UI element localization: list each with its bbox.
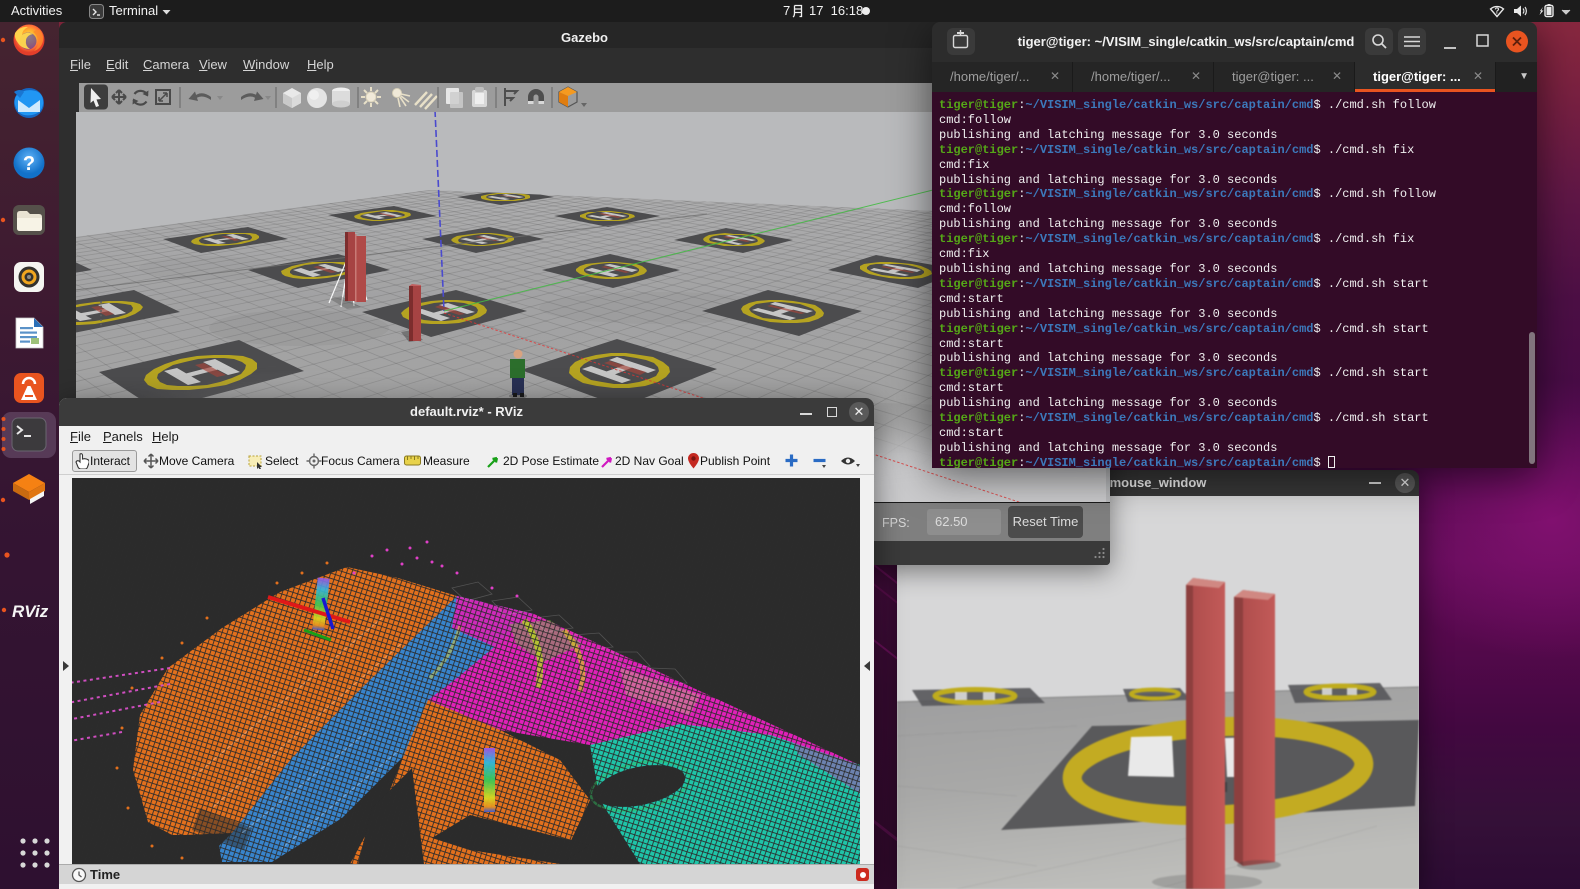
svg-text:RViz: RViz [12, 602, 49, 621]
svg-text:tiger@tiger: ~/VISIM_single/ca: tiger@tiger: ~/VISIM_single/catkin_ws/sr… [1018, 34, 1355, 49]
svg-text:?: ? [23, 153, 35, 175]
svg-text:?: ? [1494, 6, 1499, 16]
